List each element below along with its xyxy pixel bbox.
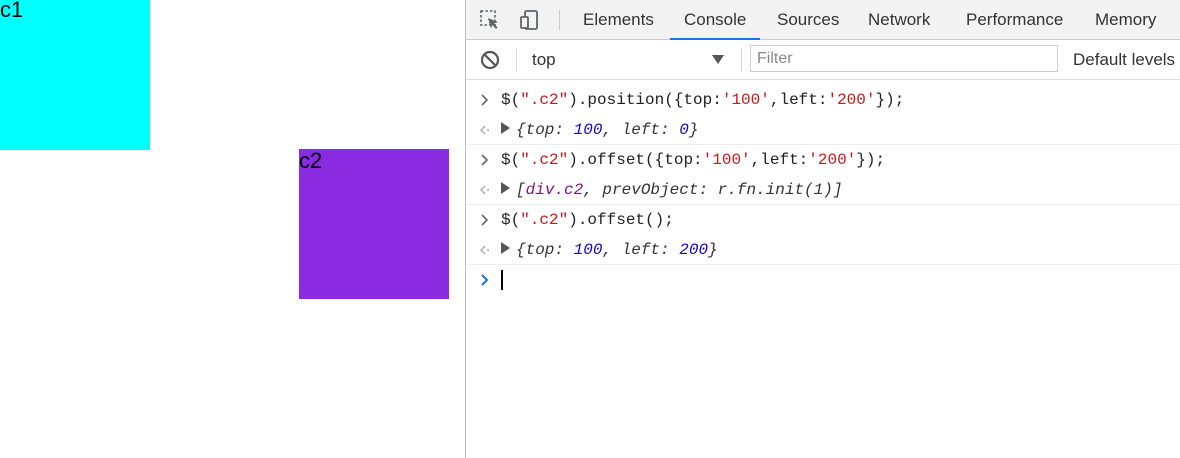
context-selector[interactable]: top: [524, 46, 732, 73]
prompt-chevron-icon: [478, 265, 492, 295]
tab-sources[interactable]: Sources: [763, 0, 853, 39]
inspect-element-icon[interactable]: [478, 8, 502, 32]
console-result-line: {top: 100, left: 0}: [466, 115, 1180, 145]
result-arrow-icon: [478, 235, 492, 265]
console-result-line: {top: 100, left: 200}: [466, 235, 1180, 265]
tabbar-divider: [559, 10, 560, 30]
console-input[interactable]: $(".c2").offset();: [501, 205, 674, 235]
c2-label: c2: [299, 148, 323, 173]
tab-memory[interactable]: Memory: [1081, 0, 1170, 39]
console-messages: $(".c2").position({top:'100',left:'200'}…: [466, 80, 1180, 458]
console-input-line: $(".c2").position({top:'100',left:'200'}…: [466, 85, 1180, 115]
div-c2: c2: [299, 149, 449, 299]
result-arrow-icon: [478, 115, 492, 145]
expand-triangle-icon[interactable]: [501, 241, 510, 254]
toolbar-divider: [516, 48, 517, 72]
clear-console-icon[interactable]: [478, 48, 502, 72]
filter-input[interactable]: [750, 45, 1058, 72]
div-c1: c1: [0, 0, 150, 150]
input-chevron-icon: [478, 145, 492, 175]
tab-console[interactable]: Console: [670, 0, 761, 40]
console-input-line: $(".c2").offset({top:'100',left:'200'});: [466, 145, 1180, 175]
console-input[interactable]: $(".c2").offset({top:'100',left:'200'});: [501, 145, 885, 175]
console-result[interactable]: [div.c2, prevObject: r.fn.init(1)]: [501, 175, 842, 205]
tab-elements[interactable]: Elements: [569, 0, 668, 39]
c1-label: c1: [0, 0, 24, 22]
tab-performance[interactable]: Performance: [952, 0, 1077, 39]
expand-triangle-icon[interactable]: [501, 121, 510, 134]
log-levels-dropdown[interactable]: Default levels: [1073, 40, 1175, 79]
console-prompt[interactable]: [466, 265, 1180, 295]
input-chevron-icon: [478, 205, 492, 235]
toolbar-divider: [741, 48, 742, 72]
devtools-panel: Elements Console Sources Network Perform…: [466, 0, 1180, 458]
input-chevron-icon: [478, 85, 492, 115]
console-toolbar: top Default levels: [466, 40, 1180, 80]
dropdown-arrow-icon: [712, 55, 724, 64]
context-value: top: [532, 50, 556, 69]
expand-triangle-icon[interactable]: [501, 181, 510, 194]
text-caret: [501, 270, 503, 290]
console-result[interactable]: {top: 100, left: 200}: [501, 235, 718, 265]
console-input-line: $(".c2").offset();: [466, 205, 1180, 235]
console-result-line: [div.c2, prevObject: r.fn.init(1)]: [466, 175, 1180, 205]
page-viewport: c1 c2: [0, 0, 465, 458]
tab-network[interactable]: Network: [854, 0, 944, 39]
devtools-tabbar: Elements Console Sources Network Perform…: [466, 0, 1180, 40]
result-arrow-icon: [478, 175, 492, 205]
device-toolbar-icon[interactable]: [518, 8, 542, 32]
console-result[interactable]: {top: 100, left: 0}: [501, 115, 698, 145]
console-input[interactable]: $(".c2").position({top:'100',left:'200'}…: [501, 85, 904, 115]
